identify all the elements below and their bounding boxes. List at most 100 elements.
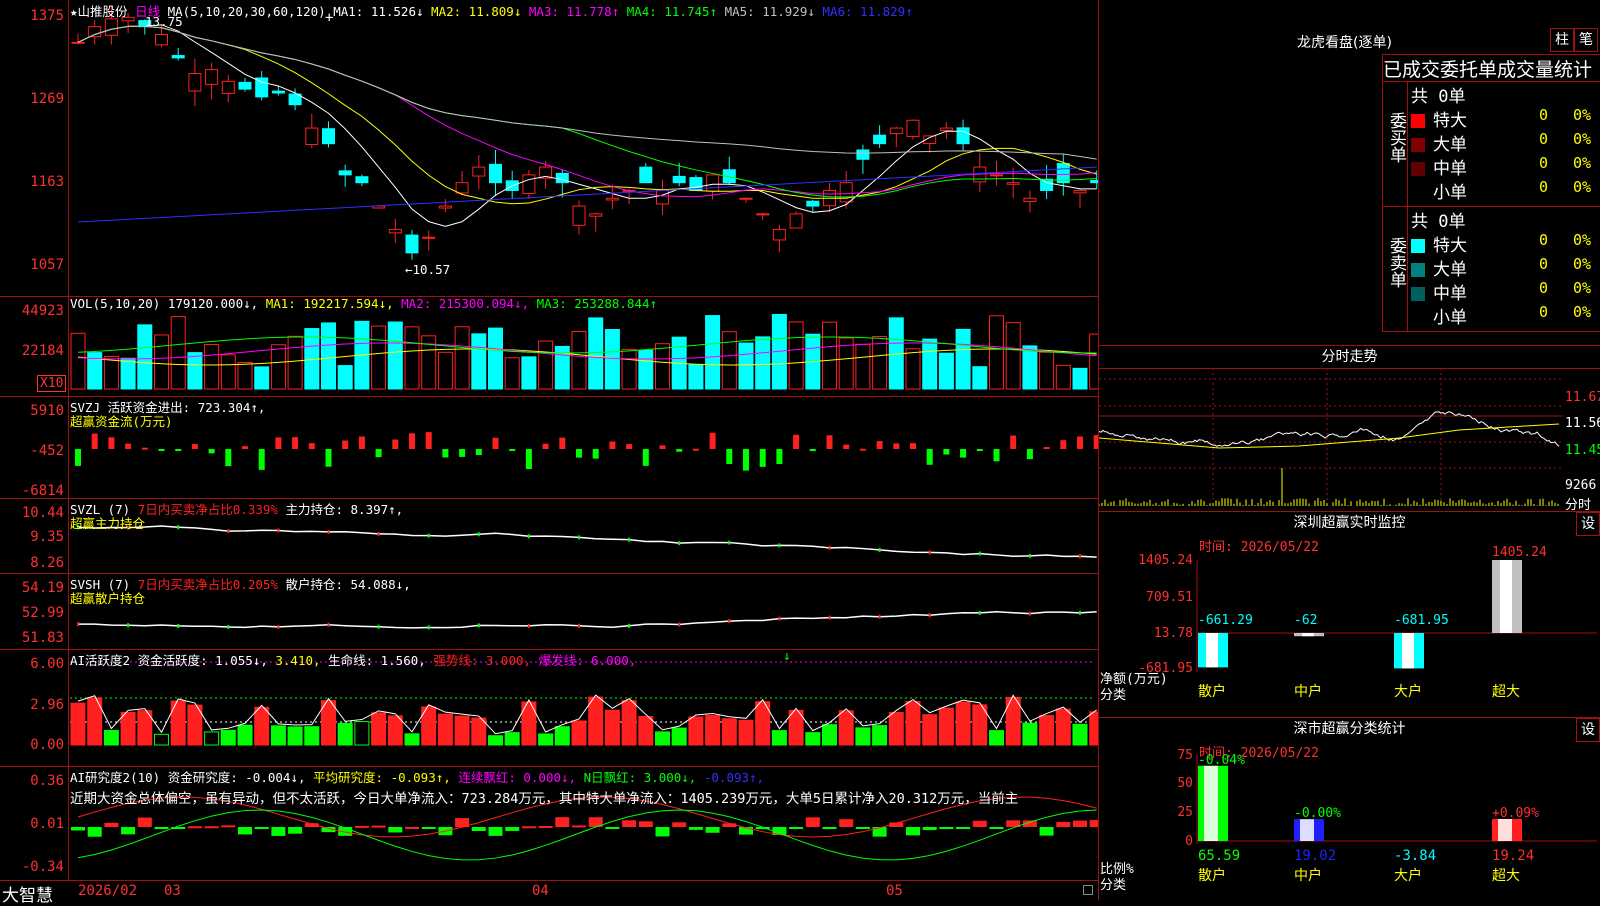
- bar-highlight: [1204, 765, 1218, 841]
- hold-line: [77, 610, 1097, 629]
- buy-row: 中单 0 0%: [1411, 154, 1600, 179]
- flow-bar: [759, 449, 766, 467]
- volume-bar: [204, 344, 220, 390]
- candle-body: [104, 18, 118, 36]
- candle-body: [305, 127, 319, 145]
- candle-body: [355, 176, 369, 184]
- row-label: 大单: [1433, 135, 1467, 155]
- volume-bar: [1022, 345, 1038, 390]
- research-bar: [989, 827, 1004, 829]
- svzl-pane[interactable]: SVZL (7) 7日内买卖净占比0.339% 主力持仓: 8.397↑, 超赢…: [0, 498, 1099, 574]
- ai-research-pane[interactable]: AI研究度2(10) 资金研究度: -0.004↓, 平均研究度: -0.093…: [0, 766, 1099, 881]
- intraday-panel[interactable]: 分时走势 11.67 11.56 11.45 9266 分时: [1099, 345, 1600, 513]
- hold-tick: [728, 619, 731, 624]
- sz-monitor-panel[interactable]: 深圳超赢实时监控 设 时间: 2026/05/22 1405.24 709.51 1…: [1099, 511, 1600, 718]
- research-bar: [1073, 820, 1087, 827]
- hold-tick: [978, 551, 981, 556]
- sz-class-panel[interactable]: 深市超赢分类统计 设 时间: 2026/05/22 75 50 25 0 -0.04% -…: [1099, 717, 1600, 901]
- kline-chart[interactable]: [0, 0, 1099, 296]
- low-marker: ←10.57: [405, 262, 451, 277]
- volume-bar: [538, 340, 554, 390]
- volume-chart[interactable]: [0, 297, 1099, 397]
- buy-table: 委买单 共 0单 特大 0 0% 大单 0 0% 中单 0 0% 小单 0 0%: [1382, 81, 1600, 207]
- hold-tick: [928, 550, 931, 555]
- color-swatch: [1411, 186, 1425, 200]
- volume-pane[interactable]: VOL(5,10,20) 179120.000↓, MA1: 192217.59…: [0, 296, 1099, 397]
- bar-value: -681.95: [1394, 613, 1449, 628]
- hold-tick: [578, 623, 580, 628]
- ai-active-pane[interactable]: AI活跃度2 资金活跃度: 1.055↓, 3.410, 生命线: 1.560,…: [0, 649, 1099, 767]
- volume-bar: [688, 364, 704, 390]
- time-label: 2026/02: [78, 883, 138, 899]
- flow-bar: [893, 443, 900, 449]
- research-bar: [972, 820, 987, 827]
- act-v5: 爆发线: 6.000,: [538, 653, 637, 668]
- kline-pane[interactable]: ★山推股份 日线 MA(5,10,20,30,60,120) MA1: 11.5…: [0, 0, 1099, 296]
- activity-bar: [170, 700, 186, 746]
- class-value: -3.84: [1394, 848, 1436, 864]
- vol-ma1: MA1: 192217.594↓,: [265, 296, 394, 311]
- bar-highlight: [1300, 819, 1314, 841]
- color-swatch: [1411, 263, 1425, 277]
- sell-total: 共 0单: [1411, 212, 1466, 232]
- research-bar: [839, 819, 854, 827]
- ai-research-header: AI研究度2(10) 资金研究度: -0.004↓, 平均研究度: -0.093…: [70, 767, 764, 786]
- flow-bar: [525, 449, 532, 470]
- hold-tick: [77, 622, 79, 627]
- volume-bar: [972, 366, 988, 390]
- research-comment: 近期大资金总体偏空，虽有异动，但不太活跃，今日大单净流入：723.284万元，其…: [70, 791, 1019, 807]
- row-label: 特大: [1433, 236, 1467, 256]
- svzj-pane[interactable]: SVZJ 活跃资金进出: 723.304↑, 超赢资金流(万元) 5910 -4…: [0, 396, 1099, 499]
- svzl-ytick: 8.26: [30, 555, 64, 571]
- volume-bar: [855, 343, 871, 390]
- volume-bar: [454, 326, 470, 390]
- activity-bar: [872, 725, 888, 746]
- flow-bar: [542, 443, 549, 449]
- research-bar: [104, 822, 119, 827]
- sell-row: 小单 0 0%: [1411, 303, 1600, 328]
- sell-table: 委卖单 共 0单 特大 0 0% 大单 0 0% 中单 0 0% 小单 0 0%: [1382, 206, 1600, 332]
- buy-row: 特大 0 0%: [1411, 106, 1600, 131]
- intraday-chart[interactable]: [1099, 346, 1600, 512]
- activity-bar: [805, 732, 821, 746]
- act-ytick: 2.96: [30, 697, 64, 713]
- research-bar: [388, 827, 403, 833]
- activity-bar: [237, 724, 253, 746]
- activity-bar: [504, 732, 520, 746]
- tick-mode-button[interactable]: 笔: [1574, 28, 1598, 52]
- ma-line: [77, 25, 1097, 198]
- price-line: [1099, 411, 1560, 447]
- flow-bar: [158, 449, 165, 451]
- volume-bar: [488, 327, 503, 390]
- volume-bar: [588, 317, 604, 390]
- act-v1: 资金活跃度: 1.055↓,: [137, 653, 268, 668]
- hold-tick: [327, 622, 330, 627]
- activity-bar: [371, 712, 387, 746]
- svsh-ytick: 52.99: [21, 605, 64, 621]
- sz-monitor-chart[interactable]: 1405.24709.5113.78-681.95-661.29 -62 -681.…: [1099, 512, 1600, 718]
- column-mode-button[interactable]: 柱: [1550, 28, 1574, 52]
- volume-bar: [621, 348, 637, 390]
- lock-icon[interactable]: [1083, 885, 1093, 895]
- volume-bar: [521, 356, 537, 390]
- bar-highlight: [1402, 633, 1414, 669]
- activity-bar: [1055, 708, 1071, 746]
- hold-tick: [878, 547, 881, 552]
- activity-bar: [571, 720, 587, 746]
- sz-class-chart[interactable]: 75 50 25 0 -0.04% -0.00% +0.09% 65.59 19.02 -3.84…: [1099, 718, 1600, 901]
- svsh-pane[interactable]: SVSH (7) 7日内买卖净占比0.205% 散户持仓: 54.088↓, 超…: [0, 573, 1099, 650]
- star-icon: ★: [70, 4, 78, 19]
- research-bar: [471, 827, 486, 831]
- ma4-value: MA4: 11.745↑: [626, 4, 718, 19]
- research-bar: [822, 827, 837, 829]
- cursor-plus: +: [325, 10, 334, 26]
- class-top-label: +0.09%: [1492, 806, 1539, 821]
- color-swatch: [1411, 287, 1425, 301]
- ma-line: [77, 24, 1097, 227]
- candle-body: [271, 90, 285, 94]
- activity-bar: [70, 702, 86, 746]
- research-bar: [254, 827, 269, 829]
- color-swatch: [1411, 239, 1425, 253]
- flow-bar: [559, 437, 566, 449]
- research-bar: [421, 827, 436, 829]
